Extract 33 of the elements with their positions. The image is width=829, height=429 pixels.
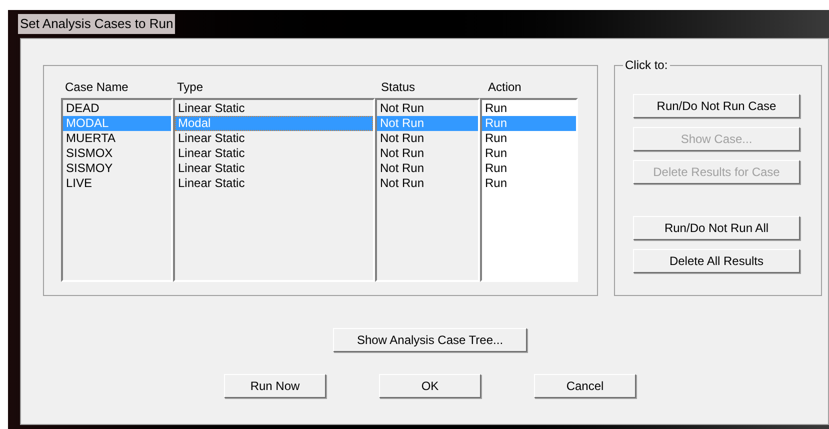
list-cell[interactable]: DEAD [63,101,171,116]
list-cell[interactable]: Not Run [377,176,478,191]
list-cell[interactable]: Linear Static [175,161,373,176]
column-header: Type [177,80,204,94]
list-cell[interactable]: Run [482,176,576,191]
list-cell[interactable]: Not Run [377,131,478,146]
dialog-button[interactable]: Cancel [534,374,636,398]
column-header: Status [381,80,416,94]
list-cell[interactable]: Run [482,101,576,116]
list-cell[interactable]: Run [482,146,576,161]
window-title: Set Analysis Cases to Run [18,14,176,34]
group-title: Click to: [623,58,670,72]
list-cell[interactable]: Linear Static [175,131,373,146]
action-button[interactable]: Run/Do Not Run Case [633,94,800,118]
dialog-button[interactable]: OK [379,374,481,398]
list-cell[interactable]: Run [482,161,576,176]
list-cell[interactable]: Not Run [377,101,478,116]
list-cell[interactable]: Linear Static [175,101,373,116]
action-button[interactable]: Run/Do Not Run All [633,216,800,240]
list-cell[interactable]: Not Run [377,161,478,176]
list-cell[interactable]: Linear Static [175,176,373,191]
column-header: Case Name [65,80,128,94]
list-cell[interactable]: SISMOX [63,146,171,161]
list-cell[interactable]: Run [482,131,576,146]
list-cell[interactable]: SISMOY [63,161,171,176]
action-button[interactable]: Delete All Results [633,249,800,273]
tree-button[interactable]: Show Analysis Case Tree... [333,328,527,352]
column-header: Action [488,80,522,94]
list-cell[interactable]: MUERTA [63,131,171,146]
list-cell[interactable]: LIVE [63,176,171,191]
dialog-button[interactable]: Run Now [224,374,326,398]
list-cell[interactable]: Not Run [377,146,478,161]
list-cell[interactable]: Linear Static [175,146,373,161]
